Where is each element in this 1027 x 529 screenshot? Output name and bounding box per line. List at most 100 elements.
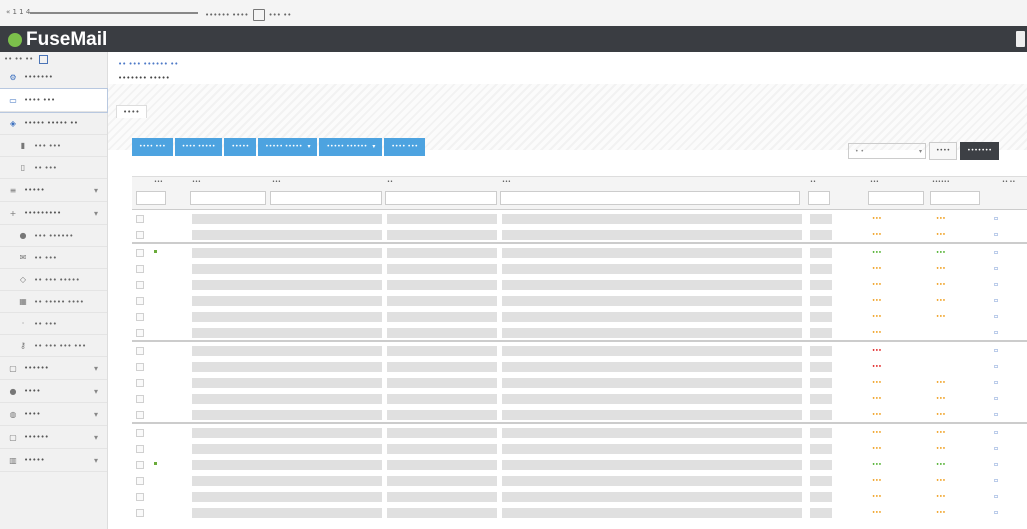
row-action-icon[interactable]: ▫ [994, 445, 998, 452]
row-action-icon[interactable]: ▫ [994, 477, 998, 484]
column-header[interactable]: ••• [272, 179, 281, 185]
table-row[interactable]: ••• ▫ [132, 358, 1027, 374]
table-row[interactable]: ••• ▫ [132, 324, 1027, 342]
toolbar-button[interactable]: ••••• ••••• ▾ [258, 138, 318, 156]
tab-main[interactable]: •••• [116, 105, 147, 118]
sidebar-item[interactable]: ◇ •• ••• ••••• [0, 269, 107, 291]
row-action-icon[interactable]: ▫ [994, 395, 998, 402]
secondary-button[interactable]: •••• [929, 142, 958, 160]
row-checkbox[interactable] [136, 509, 144, 517]
column-filter-input[interactable] [808, 191, 830, 205]
sidebar-item[interactable]: ◍ •••• ▾ [0, 403, 107, 426]
table-row[interactable]: ••• ••• ▫ [132, 504, 1027, 520]
row-action-icon[interactable]: ▫ [994, 231, 998, 238]
column-filter-input[interactable] [930, 191, 980, 205]
breadcrumb[interactable]: •• ••• •••••• •• [118, 60, 178, 68]
row-action-icon[interactable]: ▫ [994, 493, 998, 500]
table-row[interactable]: ••• ••• ▫ [132, 308, 1027, 324]
table-row[interactable]: ••• ••• ▫ [132, 406, 1027, 424]
toolbar-button[interactable]: •••• ••• [384, 138, 426, 156]
row-checkbox[interactable] [136, 461, 144, 469]
table-row[interactable]: ••• ••• ▫ [132, 244, 1027, 260]
row-checkbox[interactable] [136, 395, 144, 403]
grid-icon[interactable] [39, 54, 49, 64]
table-row[interactable]: ••• ••• ▫ [132, 226, 1027, 244]
row-action-icon[interactable]: ▫ [994, 461, 998, 468]
row-checkbox[interactable] [136, 347, 144, 355]
sidebar-item[interactable]: ▢ •••••• ▾ [0, 426, 107, 449]
table-row[interactable]: ••• ••• ▫ [132, 260, 1027, 276]
row-checkbox[interactable] [136, 249, 144, 257]
row-checkbox[interactable] [136, 363, 144, 371]
sidebar-item[interactable]: · •• ••• [0, 313, 107, 335]
column-header[interactable]: •• •• [1002, 179, 1015, 185]
sidebar-item[interactable]: ● ••• •••••• [0, 225, 107, 247]
table-row[interactable]: ••• ••• ▫ [132, 440, 1027, 456]
per-page-select[interactable]: • • ▾ [848, 143, 926, 159]
row-action-icon[interactable]: ▫ [994, 509, 998, 516]
row-checkbox[interactable] [136, 411, 144, 419]
sidebar-item[interactable]: + ••••••••• ▾ [0, 202, 107, 225]
column-header[interactable]: •• [387, 179, 393, 185]
row-action-icon[interactable]: ▫ [994, 329, 998, 336]
table-row[interactable]: ••• ••• ▫ [132, 456, 1027, 472]
column-filter-input[interactable] [190, 191, 266, 205]
sidebar-item[interactable]: ▮ ••• ••• [0, 135, 107, 157]
row-action-icon[interactable]: ▫ [994, 347, 998, 354]
table-row[interactable]: ••• ••• ▫ [132, 390, 1027, 406]
row-checkbox[interactable] [136, 215, 144, 223]
row-checkbox[interactable] [136, 281, 144, 289]
window-icon[interactable] [252, 9, 265, 21]
row-checkbox[interactable] [136, 329, 144, 337]
row-action-icon[interactable]: ▫ [994, 249, 998, 256]
column-header[interactable]: ••• [870, 179, 879, 185]
column-header[interactable]: •• [810, 179, 816, 185]
row-action-icon[interactable]: ▫ [994, 411, 998, 418]
row-checkbox[interactable] [136, 313, 144, 321]
column-header[interactable]: ••• [154, 179, 163, 185]
column-header[interactable]: •••••• [932, 179, 950, 185]
column-filter-input[interactable] [868, 191, 924, 205]
sidebar-item[interactable]: ≡ ••••• ▾ [0, 179, 107, 202]
sidebar-item[interactable]: ⚙ ••••••• [0, 66, 107, 89]
row-checkbox[interactable] [136, 231, 144, 239]
sidebar-item[interactable]: ▦ •• ••••• •••• [0, 291, 107, 313]
row-action-icon[interactable]: ▫ [994, 281, 998, 288]
filter-select[interactable] [136, 191, 166, 205]
row-checkbox[interactable] [136, 445, 144, 453]
sidebar-item[interactable]: ◈ ••••• ••••• •• [0, 112, 107, 135]
toolbar-button[interactable]: ••••• •••••• ▾ [319, 138, 383, 156]
column-header[interactable]: ••• [192, 179, 201, 185]
table-row[interactable]: ••• ▫ [132, 342, 1027, 358]
column-filter-input[interactable] [385, 191, 497, 205]
row-action-icon[interactable]: ▫ [994, 265, 998, 272]
row-checkbox[interactable] [136, 265, 144, 273]
column-header[interactable]: ••• [502, 179, 511, 185]
brand-logo[interactable]: FuseMail [8, 29, 107, 51]
row-checkbox[interactable] [136, 297, 144, 305]
table-row[interactable]: ••• ••• ▫ [132, 424, 1027, 440]
row-checkbox[interactable] [136, 379, 144, 387]
sidebar-item[interactable]: ▥ ••••• ▾ [0, 449, 107, 472]
column-filter-input[interactable] [270, 191, 382, 205]
row-checkbox[interactable] [136, 493, 144, 501]
row-checkbox[interactable] [136, 429, 144, 437]
row-checkbox[interactable] [136, 477, 144, 485]
user-menu-icon[interactable] [1016, 31, 1025, 47]
row-action-icon[interactable]: ▫ [994, 429, 998, 436]
sidebar-item[interactable]: ⚷ •• ••• ••• ••• [0, 335, 107, 357]
toolbar-button[interactable]: •••• ••• [132, 138, 173, 156]
row-action-icon[interactable]: ▫ [994, 215, 998, 222]
row-action-icon[interactable]: ▫ [994, 297, 998, 304]
sidebar-item[interactable]: ▭ •••• ••• [0, 88, 108, 113]
row-action-icon[interactable]: ▫ [994, 313, 998, 320]
sidebar-item[interactable]: ▯ •• ••• [0, 157, 107, 179]
top-link-2[interactable]: ••• •• [269, 11, 292, 19]
row-action-icon[interactable]: ▫ [994, 363, 998, 370]
table-row[interactable]: ••• ••• ▫ [132, 210, 1027, 226]
toolbar-button[interactable]: •••• ••••• [174, 138, 223, 156]
table-row[interactable]: ••• ••• ▫ [132, 472, 1027, 488]
table-row[interactable]: ••• ••• ▫ [132, 292, 1027, 308]
column-filter-input[interactable] [500, 191, 800, 205]
table-row[interactable]: ••• ••• ▫ [132, 374, 1027, 390]
